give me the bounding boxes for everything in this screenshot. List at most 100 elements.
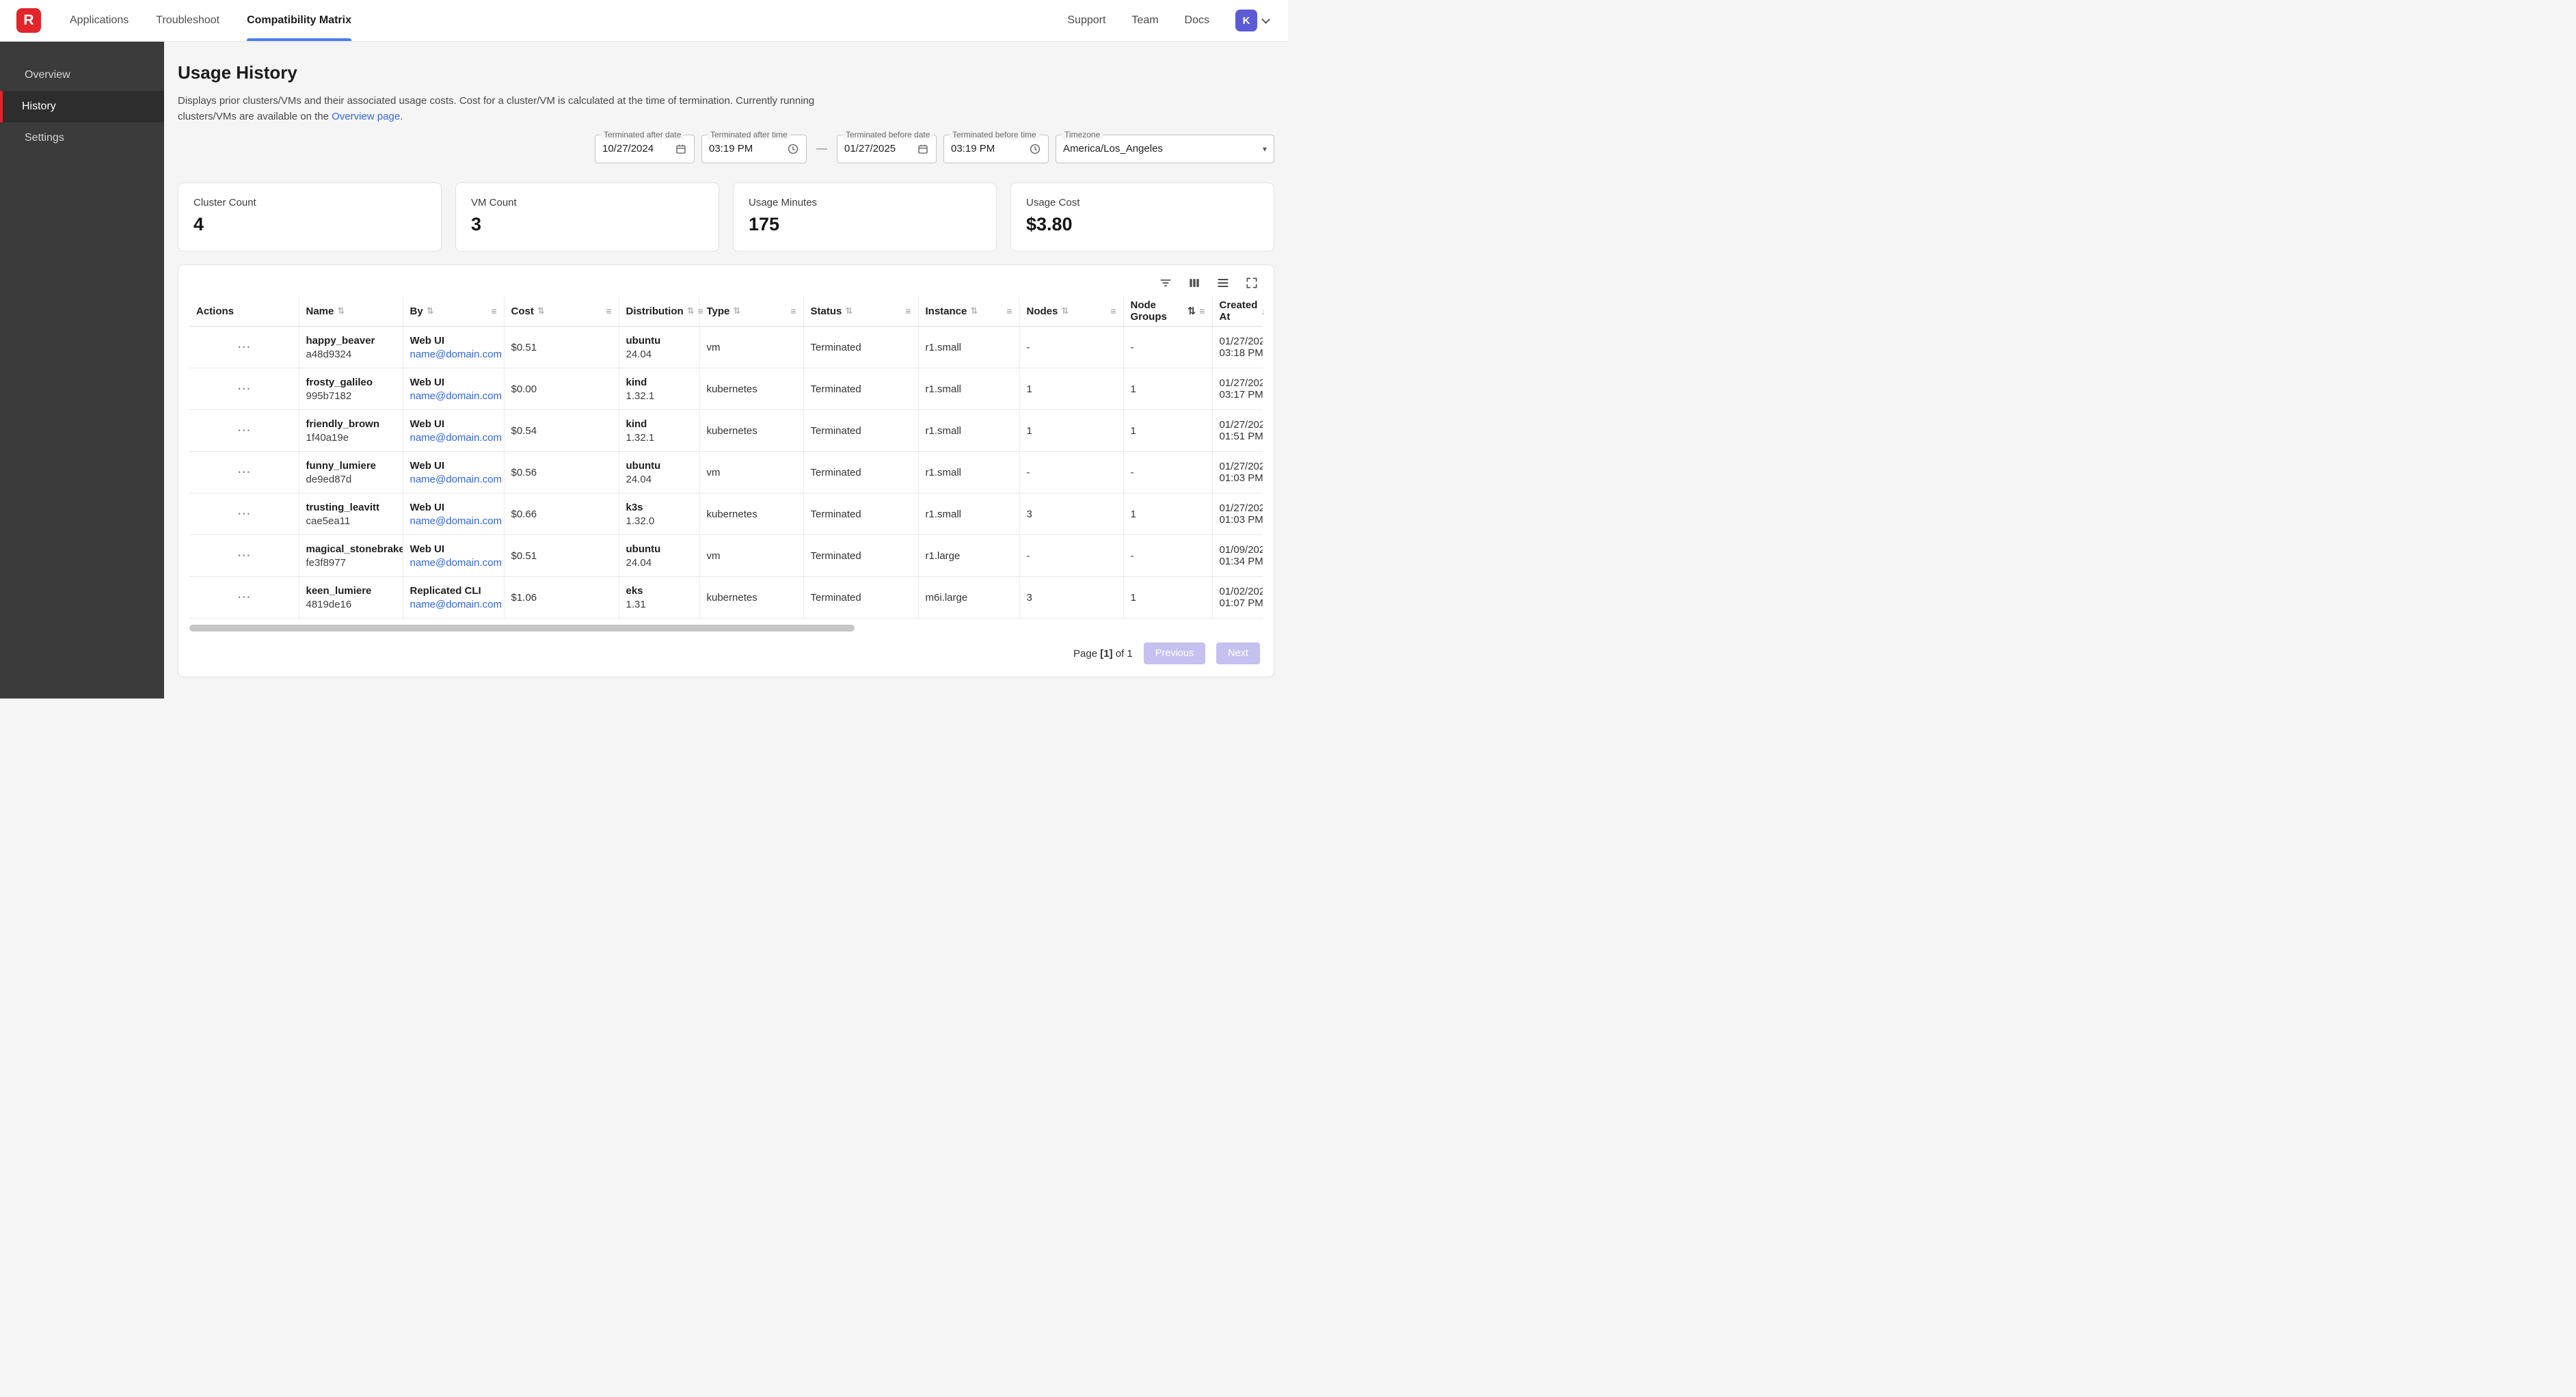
column-header[interactable]: Nodes ⇅ ≡	[1019, 297, 1123, 327]
timezone-input[interactable]	[1063, 143, 1263, 154]
table-header-row: Actions Name ⇅	[189, 297, 1263, 327]
creator-email-link[interactable]: name@domain.com	[410, 474, 497, 485]
nav-tab[interactable]: Troubleshoot	[156, 0, 219, 41]
pagination: Page [1] of 1 Previous Next	[189, 642, 1263, 664]
clock-icon[interactable]	[1029, 143, 1041, 155]
columns-icon[interactable]	[1188, 276, 1201, 290]
terminated-after-time-field: Terminated after time	[701, 135, 807, 163]
terminated-before-date-input[interactable]	[844, 143, 917, 154]
stat-card: Cluster Count 4	[178, 182, 442, 252]
chevron-down-icon	[1261, 15, 1270, 24]
created-time: 01:03 PM PST	[1220, 472, 1257, 484]
creator-email-link[interactable]: name@domain.com	[410, 390, 497, 402]
calendar-icon[interactable]	[917, 143, 929, 155]
creator-email-link[interactable]: name@domain.com	[410, 557, 497, 569]
next-page-button[interactable]: Next	[1216, 642, 1260, 664]
nav-link[interactable]: Docs	[1185, 14, 1209, 27]
sort-icon[interactable]: ⇅	[687, 306, 695, 316]
terminated-before-time-input[interactable]	[951, 143, 1029, 154]
node-groups-cell: 1	[1123, 410, 1212, 452]
column-header[interactable]: Instance ⇅ ≡	[918, 297, 1019, 327]
timezone-select[interactable]: Timezone ▾	[1056, 135, 1274, 163]
column-header[interactable]: Type ⇅ ≡	[699, 297, 803, 327]
column-menu-icon[interactable]: ≡	[1110, 306, 1116, 316]
row-actions-button[interactable]: ⋯	[233, 589, 255, 606]
terminated-after-date-input[interactable]	[602, 143, 675, 154]
column-header[interactable]: By ⇅ ≡	[403, 297, 504, 327]
column-header[interactable]: Distribution ⇅ ≡	[619, 297, 699, 327]
column-header[interactable]: Node Groups ⇅ ≡	[1123, 297, 1212, 327]
sort-icon[interactable]: ⇅	[1188, 305, 1196, 317]
filter-icon[interactable]	[1159, 276, 1172, 290]
dropdown-arrow-icon[interactable]: ▾	[1263, 144, 1267, 154]
calendar-icon[interactable]	[675, 143, 687, 155]
status-cell: Terminated	[803, 577, 918, 619]
scrollbar-thumb[interactable]	[189, 625, 855, 632]
sort-icon[interactable]: ⇅	[733, 306, 740, 316]
column-menu-icon[interactable]: ≡	[698, 306, 703, 316]
creator-email-link[interactable]: name@domain.com	[410, 515, 497, 527]
terminated-after-time-input[interactable]	[709, 143, 787, 154]
column-menu-icon[interactable]: ≡	[491, 306, 496, 316]
column-header[interactable]: Actions	[189, 297, 299, 327]
creator-email-link[interactable]: name@domain.com	[410, 432, 497, 444]
creator-email-link[interactable]: name@domain.com	[410, 349, 497, 360]
column-label: Name	[306, 306, 334, 317]
sort-icon[interactable]: ⇅	[1061, 306, 1069, 316]
sidebar-item[interactable]: History	[0, 91, 164, 122]
distribution-version: 24.04	[626, 474, 693, 485]
column-menu-icon[interactable]: ≡	[1006, 306, 1012, 316]
cost-cell: $0.56	[504, 452, 619, 493]
sidebar-item[interactable]: Settings	[0, 122, 164, 154]
instance-cell: r1.small	[918, 452, 1019, 493]
sort-icon[interactable]: ⇅	[427, 306, 434, 316]
column-header[interactable]: Name ⇅	[299, 297, 403, 327]
column-menu-icon[interactable]: ≡	[606, 306, 611, 316]
row-actions-button[interactable]: ⋯	[233, 506, 255, 522]
row-actions-button[interactable]: ⋯	[233, 422, 255, 439]
distribution-name: ubuntu	[626, 335, 693, 347]
sidebar: Overview History Settings	[0, 42, 164, 698]
created-by: Web UI	[410, 418, 497, 430]
type-cell: kubernetes	[699, 410, 803, 452]
nodes-cell: -	[1019, 452, 1123, 493]
terminated-before-time-field: Terminated before time	[943, 135, 1049, 163]
row-actions-button[interactable]: ⋯	[233, 464, 255, 480]
row-actions-button[interactable]: ⋯	[233, 381, 255, 397]
table-toolbar	[189, 273, 1263, 297]
column-label: By	[410, 306, 423, 317]
created-date: 01/27/2025	[1220, 461, 1257, 472]
column-menu-icon[interactable]: ≡	[905, 306, 911, 316]
density-icon[interactable]	[1216, 276, 1230, 290]
sidebar-item[interactable]: Overview	[0, 59, 164, 91]
created-date: 01/02/2025	[1220, 586, 1257, 597]
sort-icon[interactable]: ⇅	[970, 306, 978, 316]
status-cell: Terminated	[803, 410, 918, 452]
fullscreen-icon[interactable]	[1245, 276, 1259, 290]
column-menu-icon[interactable]: ≡	[1199, 306, 1205, 316]
overview-page-link[interactable]: Overview page	[332, 111, 400, 122]
nav-tab[interactable]: Compatibility Matrix	[247, 0, 351, 41]
row-actions-button[interactable]: ⋯	[233, 547, 255, 564]
column-header[interactable]: Cost ⇅ ≡	[504, 297, 619, 327]
main-content: Usage History Displays prior clusters/VM…	[164, 42, 1288, 698]
nav-tab[interactable]: Applications	[70, 0, 129, 41]
clock-icon[interactable]	[787, 143, 799, 155]
column-header[interactable]: Created At ↓	[1212, 297, 1263, 327]
column-header[interactable]: Status ⇅ ≡	[803, 297, 918, 327]
sort-icon[interactable]: ⇅	[845, 306, 853, 316]
distribution-version: 1.31	[626, 599, 693, 610]
sort-icon[interactable]: ⇅	[337, 306, 345, 316]
status-cell: Terminated	[803, 368, 918, 410]
creator-email-link[interactable]: name@domain.com	[410, 599, 497, 610]
nav-link[interactable]: Team	[1131, 14, 1158, 27]
replicated-logo[interactable]: R	[16, 8, 41, 33]
column-menu-icon[interactable]: ≡	[790, 306, 796, 316]
row-actions-button[interactable]: ⋯	[233, 339, 255, 355]
sort-icon[interactable]: ⇅	[537, 306, 545, 316]
avatar[interactable]: K	[1235, 10, 1257, 31]
previous-page-button[interactable]: Previous	[1144, 642, 1205, 664]
account-menu[interactable]: K	[1235, 10, 1269, 31]
sort-icon[interactable]: ↓	[1261, 306, 1265, 316]
nav-link[interactable]: Support	[1067, 14, 1105, 27]
